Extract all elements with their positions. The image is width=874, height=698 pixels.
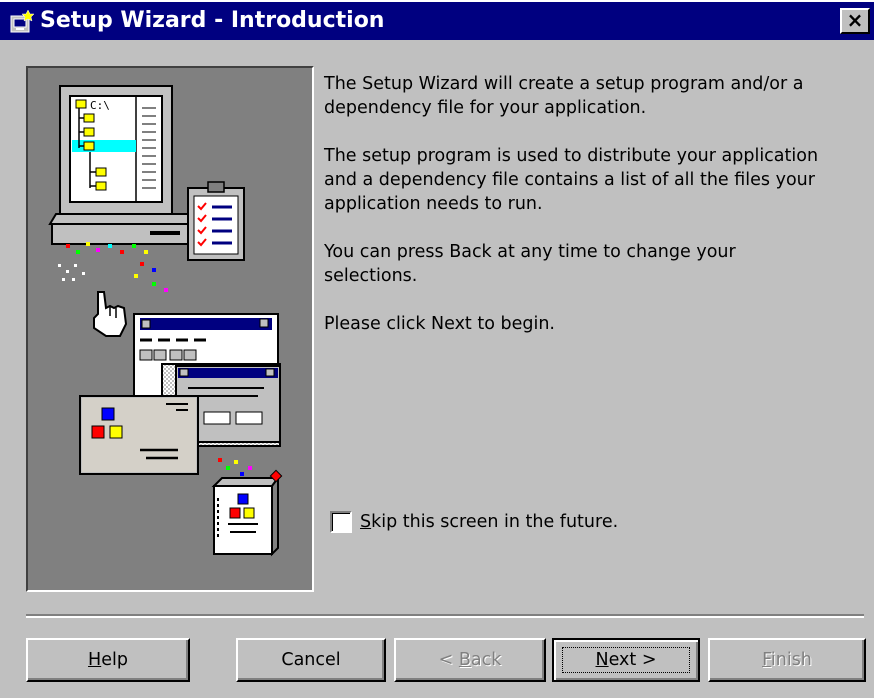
finish-button-label: Finish <box>762 650 812 670</box>
help-button[interactable]: Help <box>26 638 190 682</box>
intro-paragraph: Please click Next to begin. <box>324 314 555 334</box>
title-bar[interactable]: Setup Wizard - Introduction × <box>0 2 874 40</box>
window-title: Setup Wizard - Introduction <box>40 8 385 33</box>
drive-label: C:\ <box>90 99 110 112</box>
finish-button[interactable]: Finish <box>708 638 866 682</box>
back-button[interactable]: < Back <box>394 638 546 682</box>
skip-screen-label[interactable]: Skip this screen in the future. <box>360 510 618 534</box>
wizard-illustration-panel: C:\ <box>26 66 314 592</box>
setup-wizard-icon <box>10 9 35 33</box>
close-icon[interactable]: × <box>840 8 870 34</box>
next-button-label: Next > <box>595 650 657 670</box>
package-box-icon <box>211 469 283 557</box>
computer-icon: C:\ <box>48 85 196 245</box>
checkbox-icon[interactable] <box>330 511 352 533</box>
next-button[interactable]: Next > <box>552 638 700 682</box>
intro-paragraph: You can press Back at any time to change… <box>324 242 736 286</box>
setup-wizard-window: Setup Wizard - Introduction × C:\ The Se… <box>0 2 874 698</box>
help-button-label: Help <box>88 650 128 670</box>
intro-paragraph: The Setup Wizard will create a setup pro… <box>324 74 804 118</box>
intro-text: The Setup Wizard will create a setup pro… <box>324 72 864 360</box>
hand-pointer-icon <box>93 291 128 337</box>
intro-paragraph: The setup program is used to distribute … <box>324 146 819 214</box>
back-button-label: < Back <box>438 650 502 670</box>
wizard-illustration: C:\ <box>48 85 283 557</box>
cancel-button[interactable]: Cancel <box>236 638 386 682</box>
button-separator <box>26 614 864 618</box>
cancel-button-label: Cancel <box>281 650 341 670</box>
application-card-icon <box>79 395 199 475</box>
checklist-icon <box>187 181 245 261</box>
